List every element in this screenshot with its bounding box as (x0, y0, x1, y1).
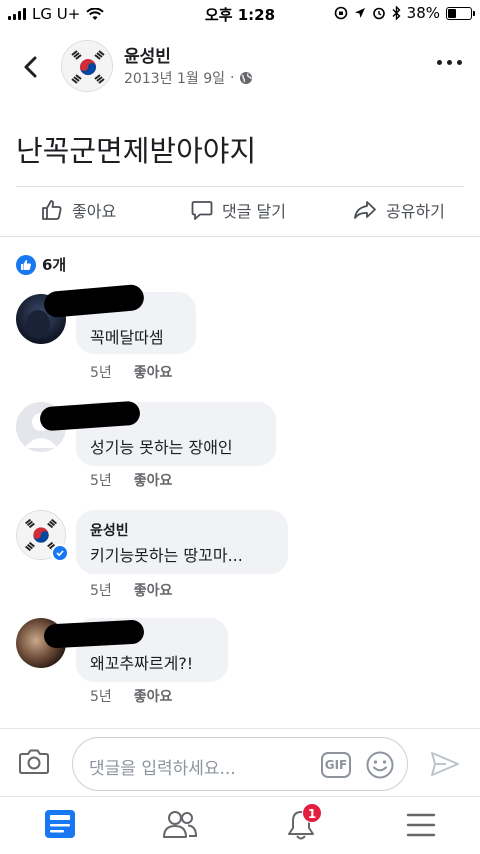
like-label: 좋아요 (72, 202, 117, 221)
author-avatar[interactable] (61, 40, 113, 92)
comment-text: 왜꼬추짜르게?! (90, 654, 194, 673)
post-date[interactable]: 2013년 1월 9일 (124, 68, 225, 88)
comment-placeholder: 댓글을 입력하세요... (89, 759, 236, 779)
bottom-tab-bar: 1 (0, 796, 480, 854)
comment-meta: 5년 좋아요 (90, 686, 172, 706)
comment-like-button[interactable]: 좋아요 (134, 362, 173, 382)
battery-percent: 38% (406, 4, 440, 22)
share-label: 공유하기 (386, 202, 445, 221)
gif-button[interactable]: GIF (321, 752, 351, 778)
reaction-count: 6개 (42, 256, 67, 274)
verified-check-icon (51, 544, 69, 562)
post-actions: 좋아요 댓글 달기 공유하기 (0, 190, 480, 234)
comment-like-button[interactable]: 좋아요 (134, 686, 173, 706)
location-icon (354, 8, 365, 18)
comment-input[interactable]: 댓글을 입력하세요... GIF (72, 737, 408, 791)
tab-news-feed[interactable] (44, 809, 76, 843)
menu-icon (406, 813, 436, 837)
like-button[interactable]: 좋아요 (40, 198, 116, 222)
orientation-lock-icon (334, 6, 347, 20)
send-icon[interactable] (430, 751, 460, 777)
like-reaction-icon (16, 254, 36, 275)
bluetooth-icon (392, 6, 401, 20)
post-meta: 2013년 1월 9일 · (124, 68, 253, 88)
comment-meta: 5년 좋아요 (90, 470, 172, 490)
friends-icon (163, 811, 198, 838)
more-dots-icon[interactable] (437, 60, 462, 65)
tab-menu[interactable] (406, 813, 436, 841)
comment-time[interactable]: 5년 (90, 686, 112, 706)
comment-bubble-icon (191, 201, 213, 220)
post-header: 윤성빈 2013년 1월 9일 · (0, 32, 480, 102)
emoji-icon[interactable] (365, 750, 395, 780)
comment-time[interactable]: 5년 (90, 580, 112, 600)
meta-separator: · (229, 70, 235, 86)
divider (0, 236, 480, 237)
news-feed-icon (45, 810, 75, 838)
reaction-summary[interactable]: 6개 (16, 254, 66, 275)
comment-bubble[interactable]: 윤성빈 키기능못하는 땅꼬마... (76, 510, 288, 574)
divider (16, 186, 464, 187)
status-bar: LG U+ 오후 1:28 38% (0, 0, 480, 28)
thumbs-up-icon (42, 200, 62, 220)
comment-text: 키기능못하는 땅꼬마... (90, 546, 243, 565)
alarm-icon (372, 7, 385, 20)
comment-like-button[interactable]: 좋아요 (134, 470, 173, 490)
comment-text: 성기능 못하는 장애인 (90, 438, 233, 457)
share-button[interactable]: 공유하기 (352, 198, 445, 222)
camera-icon[interactable] (18, 747, 50, 775)
commenter-avatar[interactable] (16, 510, 69, 562)
back-chevron-icon[interactable] (16, 52, 46, 82)
comment-composer: 댓글을 입력하세요... GIF (0, 728, 480, 796)
status-right: 38% (334, 4, 475, 22)
comment-time[interactable]: 5년 (90, 362, 112, 382)
post-text: 난꼭군면제받아야지 (16, 134, 257, 168)
comment-meta: 5년 좋아요 (90, 580, 172, 600)
commenter-name[interactable]: 윤성빈 (90, 520, 274, 539)
battery-icon (446, 6, 475, 20)
comment-label: 댓글 달기 (222, 202, 286, 221)
comment-time[interactable]: 5년 (90, 470, 112, 490)
globe-icon (240, 72, 253, 84)
tab-notifications[interactable]: 1 (286, 803, 322, 845)
comment-button[interactable]: 댓글 달기 (190, 198, 286, 222)
notification-badge: 1 (302, 803, 322, 823)
comment-like-button[interactable]: 좋아요 (134, 580, 173, 600)
share-arrow-icon (354, 201, 376, 219)
tab-friends[interactable] (162, 809, 198, 843)
comment-text: 꼭메달따셈 (90, 328, 164, 347)
comment-meta: 5년 좋아요 (90, 362, 172, 382)
author-name[interactable]: 윤성빈 (124, 42, 171, 67)
